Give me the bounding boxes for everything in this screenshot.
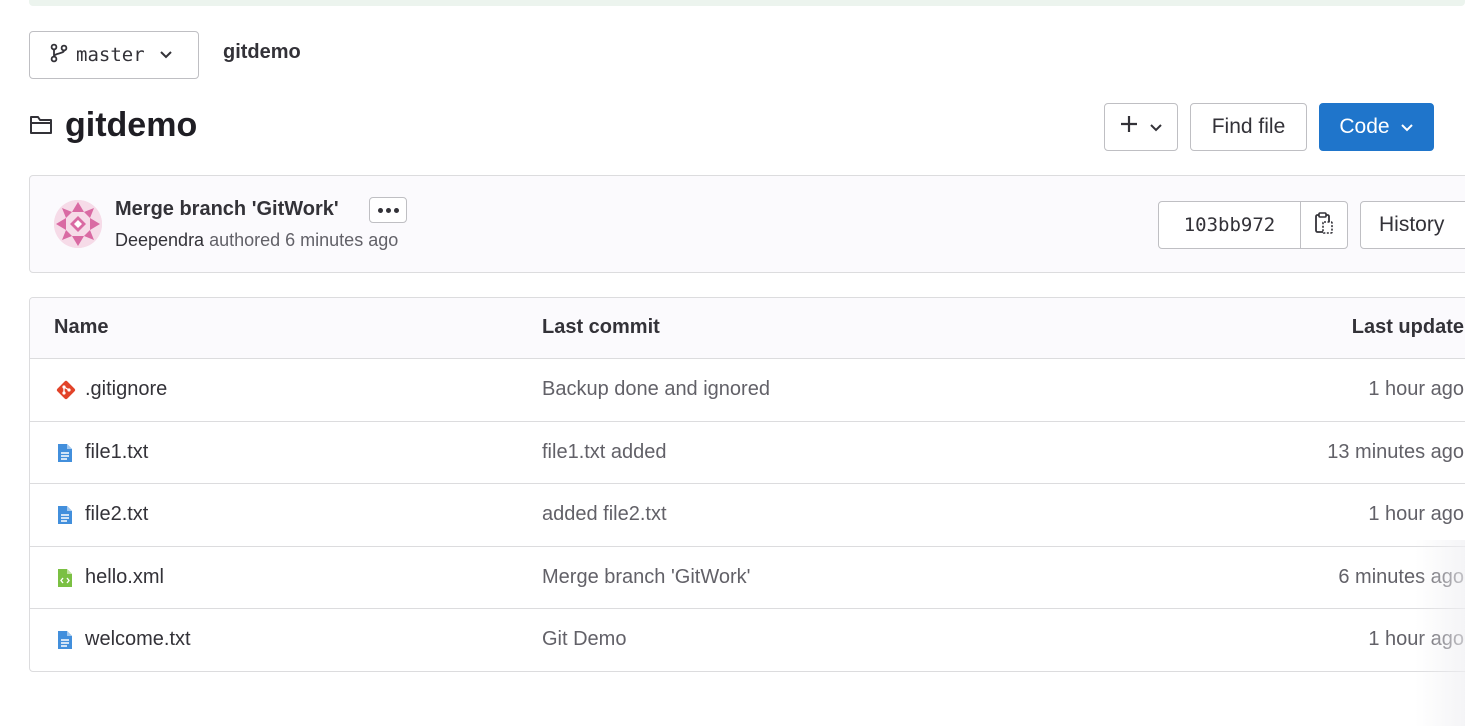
branch-selector[interactable]: master bbox=[29, 31, 199, 79]
commit-author[interactable]: Deependra bbox=[115, 230, 204, 250]
branch-icon bbox=[50, 43, 68, 68]
file-commit-message[interactable]: Git Demo bbox=[542, 628, 626, 651]
file-table: Name Last commit Last update .gitignore … bbox=[29, 297, 1465, 672]
file-name[interactable]: file2.txt bbox=[85, 503, 148, 526]
table-row[interactable]: file2.txt added file2.txt 1 hour ago bbox=[30, 484, 1465, 547]
commit-title[interactable]: Merge branch 'GitWork' bbox=[115, 198, 339, 221]
file-name[interactable]: .gitignore bbox=[85, 378, 167, 401]
commit-description-toggle[interactable] bbox=[369, 197, 407, 223]
column-header-last-commit: Last commit bbox=[542, 316, 660, 338]
ellipsis-dot bbox=[393, 207, 399, 213]
copy-sha-button[interactable] bbox=[1301, 202, 1347, 248]
page-title: gitdemo bbox=[65, 106, 198, 144]
add-dropdown-button[interactable] bbox=[1104, 103, 1178, 151]
xml-file-icon bbox=[56, 568, 74, 594]
file-commit-message[interactable]: Merge branch 'GitWork' bbox=[542, 566, 750, 589]
table-row[interactable]: welcome.txt Git Demo 1 hour ago bbox=[30, 609, 1465, 671]
find-file-button[interactable]: Find file bbox=[1190, 103, 1307, 151]
branch-name: master bbox=[76, 44, 145, 66]
column-header-name: Name bbox=[54, 316, 109, 338]
folder-icon bbox=[29, 114, 53, 141]
chevron-down-icon bbox=[1149, 115, 1163, 139]
file-commit-message[interactable]: added file2.txt bbox=[542, 503, 667, 526]
text-file-icon bbox=[56, 443, 74, 469]
plus-icon bbox=[1119, 114, 1139, 140]
code-dropdown-button[interactable]: Code bbox=[1319, 103, 1434, 151]
column-header-last-update: Last update bbox=[1351, 316, 1464, 338]
file-last-update: 1 hour ago bbox=[1368, 503, 1464, 525]
git-icon bbox=[56, 380, 76, 406]
code-button-label: Code bbox=[1339, 115, 1390, 138]
chevron-down-icon bbox=[1400, 115, 1414, 139]
last-commit-panel: Merge branch 'GitWork' Deependra authore… bbox=[29, 175, 1465, 273]
table-row[interactable]: file1.txt file1.txt added 13 minutes ago bbox=[30, 422, 1465, 484]
ellipsis-dot bbox=[377, 207, 383, 213]
history-button[interactable]: History bbox=[1360, 201, 1465, 249]
text-file-icon bbox=[56, 505, 74, 531]
file-commit-message[interactable]: file1.txt added bbox=[542, 441, 667, 464]
table-row[interactable]: .gitignore Backup done and ignored 1 hou… bbox=[30, 359, 1465, 422]
file-last-update: 13 minutes ago bbox=[1327, 440, 1464, 463]
ellipsis-dot bbox=[385, 207, 391, 213]
commit-authored-text: authored 6 minutes ago bbox=[209, 230, 399, 250]
file-name[interactable]: welcome.txt bbox=[85, 628, 191, 651]
file-commit-message[interactable]: Backup done and ignored bbox=[542, 378, 770, 401]
text-file-icon bbox=[56, 630, 74, 656]
edge-shadow bbox=[1415, 540, 1465, 726]
top-banner-strip bbox=[29, 0, 1465, 6]
table-header: Name Last commit Last update bbox=[30, 298, 1465, 359]
commit-sha[interactable]: 103bb972 bbox=[1159, 202, 1301, 248]
clipboard-icon bbox=[1314, 211, 1334, 240]
avatar[interactable] bbox=[54, 200, 102, 248]
chevron-down-icon bbox=[159, 50, 173, 60]
file-name[interactable]: hello.xml bbox=[85, 566, 164, 589]
file-last-update: 1 hour ago bbox=[1368, 378, 1464, 400]
breadcrumb-project[interactable]: gitdemo bbox=[223, 41, 301, 64]
commit-sha-group: 103bb972 bbox=[1158, 201, 1348, 249]
commit-meta: Deependra authored 6 minutes ago bbox=[115, 230, 398, 251]
file-name[interactable]: file1.txt bbox=[85, 441, 148, 464]
table-row[interactable]: hello.xml Merge branch 'GitWork' 6 minut… bbox=[30, 547, 1465, 609]
